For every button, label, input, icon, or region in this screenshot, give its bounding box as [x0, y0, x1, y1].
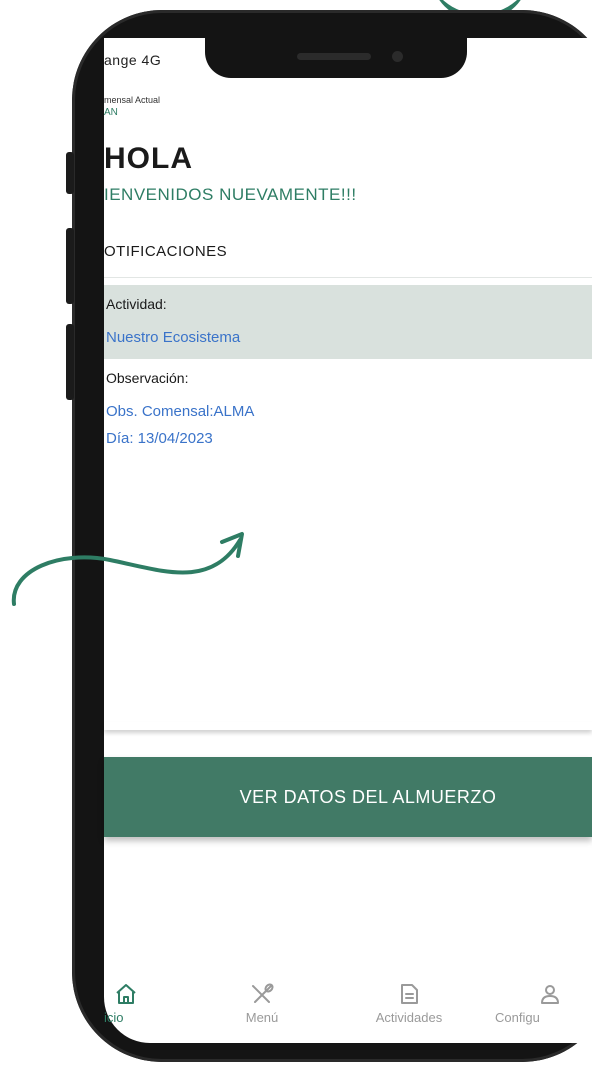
carrier-status: ange 4G — [104, 52, 162, 68]
tab-inicio[interactable]: icio — [104, 982, 154, 1025]
phone-side-button — [66, 324, 74, 400]
document-icon — [401, 984, 418, 1004]
welcome-message: IENVENIDOS NUEVAMENTE!!! — [104, 185, 357, 204]
home-icon — [116, 984, 136, 1004]
activity-highlight — [104, 285, 592, 359]
tab-configuracion[interactable]: Configu — [492, 982, 592, 1025]
decorative-arrow-icon — [11, 532, 244, 606]
phone-side-button — [66, 152, 74, 194]
user-icon — [541, 985, 559, 1004]
tab-label: Menú — [245, 1010, 279, 1025]
tab-menu[interactable]: Menú — [232, 982, 292, 1025]
view-lunch-data-button[interactable]: VER DATOS DEL ALMUERZO — [104, 757, 592, 837]
utensils-icon — [252, 983, 274, 1003]
tab-label: Configu — [495, 1010, 540, 1025]
tab-label: icio — [104, 1010, 124, 1025]
speaker-grille — [297, 53, 371, 60]
notifications-card-edge — [104, 722, 592, 730]
observation-label: Observación: — [106, 370, 189, 386]
tab-label: Actividades — [375, 1010, 443, 1025]
phone-side-button — [66, 228, 74, 304]
divider — [104, 277, 592, 278]
observation-date: Día: 13/04/2023 — [106, 430, 213, 447]
front-camera — [392, 51, 403, 62]
current-diner-name: AN — [104, 107, 118, 118]
greeting-title: HOLA — [104, 142, 193, 175]
activity-link[interactable]: Nuestro Ecosistema — [106, 329, 240, 346]
observation-value: Obs. Comensal:ALMA — [106, 403, 255, 420]
activity-label: Actividad: — [106, 296, 167, 312]
tab-actividades[interactable]: Actividades — [362, 982, 456, 1025]
notifications-heading: OTIFICACIONES — [104, 243, 228, 260]
current-diner-label: mensal Actual — [104, 95, 161, 105]
